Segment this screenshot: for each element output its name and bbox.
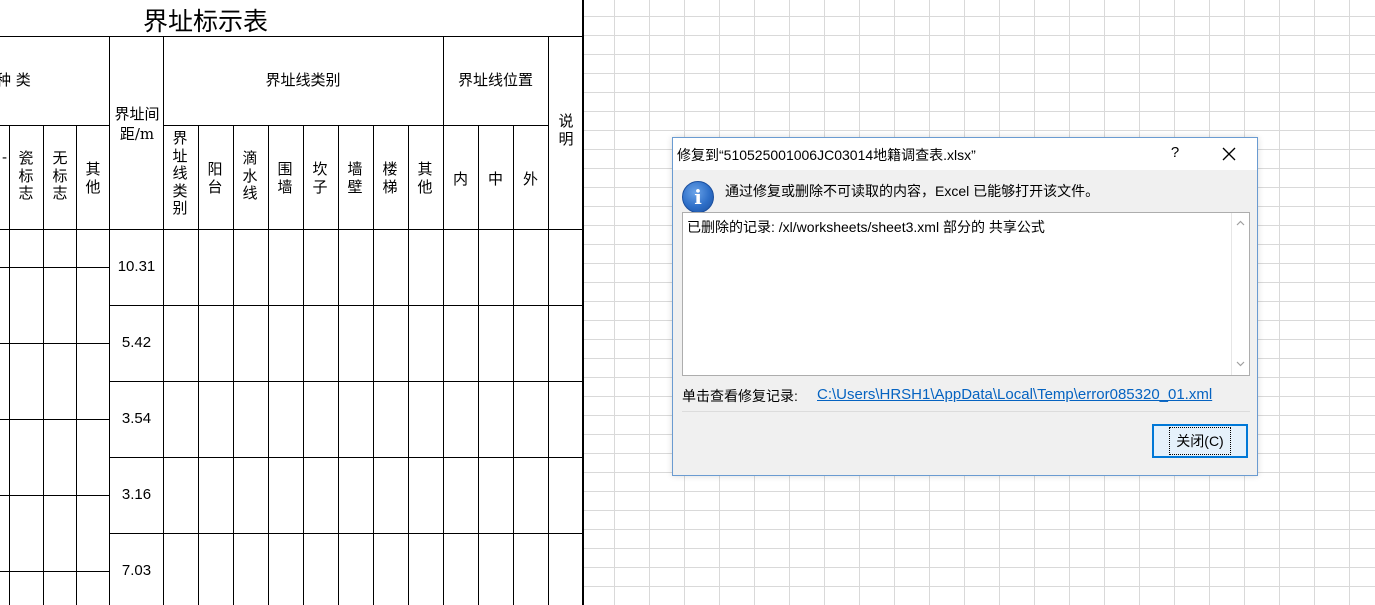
header-fence-wall: 围墙: [277, 160, 293, 196]
dialog-titlebar[interactable]: 修复到“510525001006JC03014地籍调查表.xlsx” ?: [673, 138, 1257, 170]
table-line: [109, 36, 110, 605]
table-line: [110, 457, 582, 458]
table-line: [0, 495, 110, 496]
help-button[interactable]: ?: [1165, 144, 1185, 161]
table-line: [163, 36, 164, 605]
table-line: [0, 229, 582, 230]
distance-cell[interactable]: 7.03: [110, 562, 163, 580]
header-other-marker: 其他: [85, 160, 101, 196]
repair-log-textbox[interactable]: 已删除的记录: /xl/worksheets/sheet3.xml 部分的 共享…: [682, 212, 1250, 376]
table-line: [513, 125, 514, 605]
table-line: [303, 125, 304, 605]
header-wall: 墙壁: [347, 160, 363, 196]
header-remarks: 说明: [558, 112, 574, 148]
dialog-message: 通过修复或删除不可读取的内容，Excel 已能够打开该文件。: [725, 183, 1100, 199]
table-line: [110, 381, 582, 382]
info-icon-glyph: i: [694, 185, 702, 209]
vertical-scrollbar[interactable]: [1231, 213, 1249, 375]
table-line: [76, 125, 77, 605]
header-embankment: 坎子: [312, 160, 328, 196]
distance-cell[interactable]: 5.42: [110, 334, 163, 352]
table-line: [198, 125, 199, 605]
table-line: [0, 571, 110, 572]
header-no-marker: 无标志: [52, 149, 68, 202]
dialog-title: 修复到“510525001006JC03014地籍调查表.xlsx”: [677, 147, 976, 163]
table-line: [0, 36, 582, 37]
repair-log-label: 单击查看修复记录:: [682, 388, 798, 404]
table-line: [478, 125, 479, 605]
header-boundary-distance: 界址间距/m: [114, 105, 160, 143]
close-icon: [1222, 147, 1236, 161]
close-dialog-button-label: 关闭(C): [1169, 427, 1231, 455]
header-drip-line: 滴水线: [242, 149, 258, 202]
table-line: [110, 305, 582, 306]
header-line-position: 界址线位置: [457, 71, 533, 89]
table-line: [9, 125, 10, 605]
table-line: [0, 267, 110, 268]
header-middle: 中: [487, 170, 503, 188]
dialog-separator: [682, 411, 1250, 412]
table-line: [43, 125, 44, 605]
header-line-category: 界址线类别: [265, 71, 341, 89]
header-porcelain-marker: 瓷标志: [18, 149, 34, 202]
table-line: [443, 36, 444, 605]
scroll-down-icon[interactable]: [1236, 359, 1245, 368]
distance-cell[interactable]: 3.16: [110, 486, 163, 504]
table-line: [0, 125, 110, 126]
repair-log-text: 已删除的记录: /xl/worksheets/sheet3.xml 部分的 共享…: [687, 219, 1045, 235]
repair-dialog: 修复到“510525001006JC03014地籍调查表.xlsx” ? i 通…: [672, 137, 1258, 476]
sheet-right-border: [582, 0, 584, 605]
table-line: [0, 343, 110, 344]
header-line-type: 界址线类别: [172, 129, 188, 217]
table-line: [0, 419, 110, 420]
header-outer: 外: [522, 170, 538, 188]
scroll-up-icon[interactable]: [1236, 219, 1245, 228]
close-button[interactable]: [1213, 142, 1245, 166]
table-line: [373, 125, 374, 605]
table-line: [268, 125, 269, 605]
table-line: [110, 533, 582, 534]
header-zhong-lei: 种 类: [0, 71, 31, 89]
table-line: [163, 125, 548, 126]
table-line: [233, 125, 234, 605]
distance-cell[interactable]: 3.54: [110, 410, 163, 428]
table-line: [338, 125, 339, 605]
close-dialog-button[interactable]: 关闭(C): [1152, 424, 1248, 458]
table-line: [408, 125, 409, 605]
header-inner: 内: [452, 170, 468, 188]
header-partial-left: -: [1, 148, 8, 166]
table-line: [548, 36, 549, 605]
header-stairs: 楼梯: [382, 160, 398, 196]
header-balcony: 阳台: [207, 160, 223, 196]
info-icon: i: [682, 181, 714, 213]
repair-log-link[interactable]: C:\Users\HRSH1\AppData\Local\Temp\error0…: [817, 386, 1212, 403]
sheet-title: 界址标示表: [143, 7, 269, 36]
header-other-line: 其他: [417, 160, 433, 196]
distance-cell[interactable]: 10.31: [110, 258, 163, 276]
